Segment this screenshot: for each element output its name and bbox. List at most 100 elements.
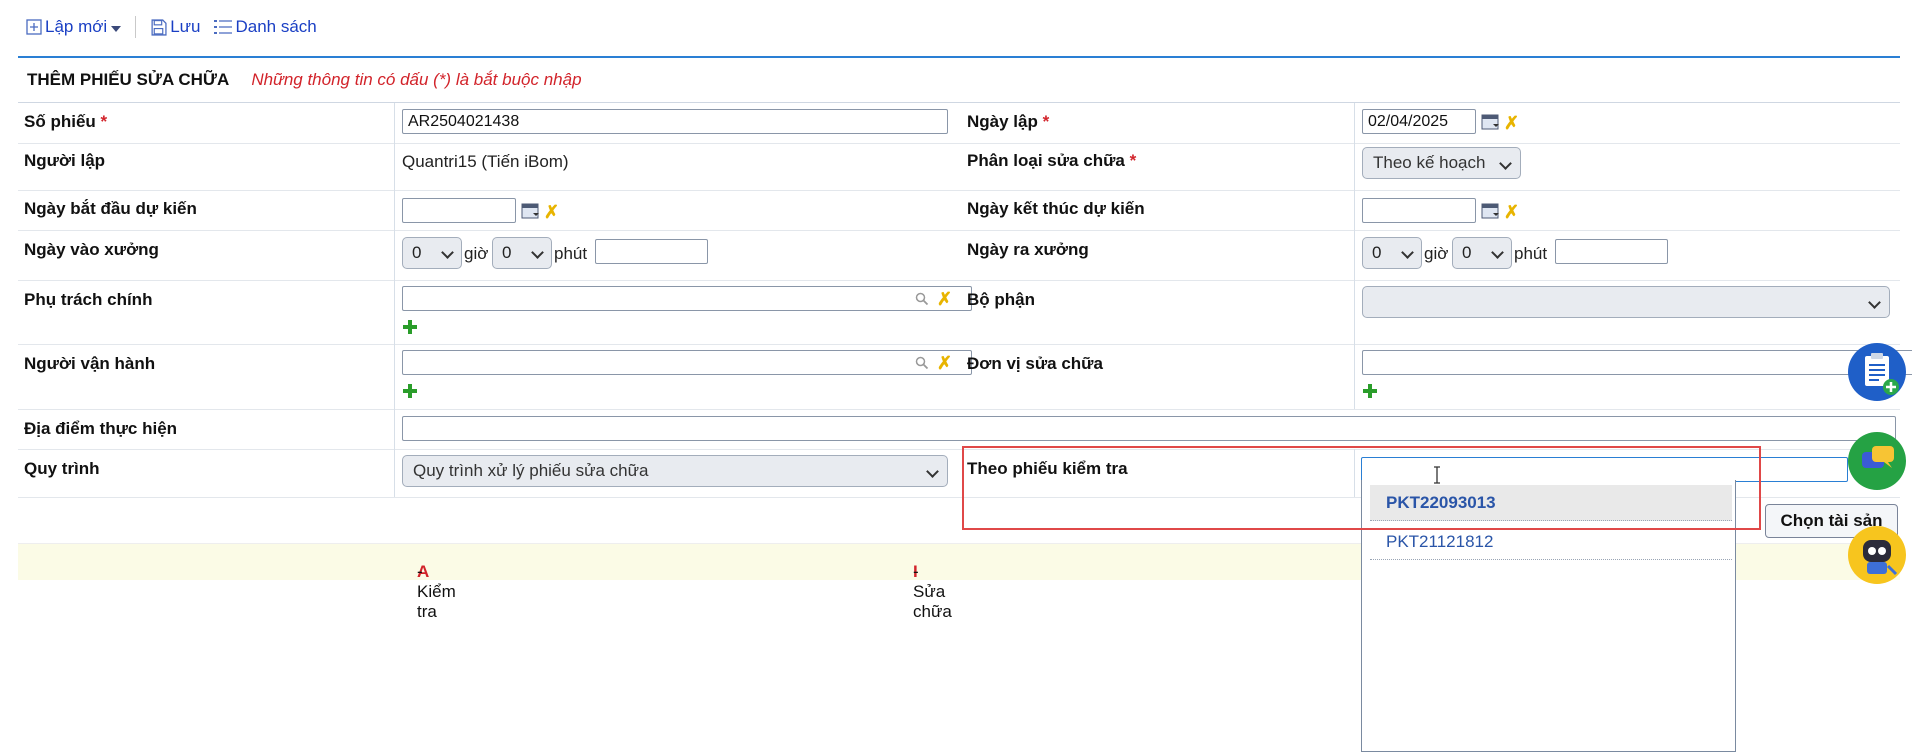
- chevron-down-icon: [1401, 246, 1414, 259]
- chat-icon: [1862, 446, 1894, 468]
- so-phieu-label: Số phiếu *: [24, 112, 108, 131]
- form-row: Người vận hành ✗ Đơn vị sửa chữa: [18, 344, 1912, 410]
- column-divider: [394, 344, 395, 409]
- form-row: Số phiếu * Ngày lập * ✗: [18, 103, 1900, 144]
- column-divider: [394, 190, 395, 230]
- clipboard-add-fab[interactable]: [1848, 343, 1906, 401]
- chevron-down-icon: [926, 465, 939, 478]
- nguoi-lap-label: Người lập: [24, 151, 106, 170]
- phan-loai-value: Theo kế hoạch: [1373, 153, 1486, 172]
- save-button-label: Lưu: [170, 17, 201, 36]
- required-note: Những thông tin có dấu (*) là bắt buộc n…: [251, 70, 582, 89]
- form-row: Ngày bắt đầu dự kiến ✗ Ngày kết thúc dự …: [18, 190, 1900, 231]
- nguoi-van-hanh-label: Người vận hành: [24, 354, 156, 373]
- column-divider: [394, 280, 395, 344]
- ra-hour-select[interactable]: 0: [1362, 237, 1422, 269]
- phu-trach-label: Phụ trách chính: [24, 290, 153, 309]
- quy-trinh-value: Quy trình xử lý phiếu sửa chữa: [413, 461, 649, 480]
- chevron-down-icon: [1499, 157, 1512, 170]
- dropdown-item[interactable]: PKT22093013: [1370, 485, 1732, 521]
- ra-date-field[interactable]: [1555, 239, 1668, 264]
- ngay-ket-thuc-field[interactable]: [1362, 198, 1476, 223]
- ra-hour-value: 0: [1372, 243, 1382, 262]
- column-divider: [1354, 230, 1355, 280]
- robot-fab[interactable]: [1848, 526, 1906, 584]
- bo-phan-label: Bộ phận: [967, 290, 1035, 309]
- calendar-icon[interactable]: [521, 202, 541, 220]
- search-icon[interactable]: [915, 356, 929, 370]
- clear-icon[interactable]: ✗: [937, 354, 952, 372]
- add-icon[interactable]: [1363, 384, 1377, 398]
- calendar-icon[interactable]: [1481, 113, 1501, 131]
- form-row: Phụ trách chính ✗ Bộ phận: [18, 280, 1900, 345]
- add-icon[interactable]: [403, 320, 417, 334]
- toolbar: Lập mới Lưu Danh sách: [26, 14, 331, 40]
- ngay-ket-thuc-label: Ngày kết thúc dự kiến: [967, 199, 1145, 218]
- column-divider: [394, 143, 395, 190]
- form-row: Người lập Quantri15 (Tiến iBom) Phân loạ…: [18, 143, 1900, 191]
- hour-unit: giờ: [1424, 244, 1449, 263]
- search-icon[interactable]: [915, 292, 929, 306]
- vao-hour-select[interactable]: 0: [402, 237, 462, 269]
- chevron-down-icon: [1868, 296, 1881, 309]
- ngay-vao-xuong-label: Ngày vào xưởng: [24, 240, 159, 259]
- chevron-down-icon: [1491, 246, 1504, 259]
- dropdown-item[interactable]: PKT21121812: [1370, 524, 1732, 560]
- vao-minute-value: 0: [502, 243, 512, 262]
- clear-icon[interactable]: ✗: [1504, 203, 1519, 221]
- calendar-icon[interactable]: [1481, 202, 1501, 220]
- dia-diem-label: Địa điểm thực hiện: [24, 419, 178, 438]
- list-button[interactable]: Danh sách: [214, 17, 317, 37]
- vao-minute-select[interactable]: 0: [492, 237, 552, 269]
- chevron-down-icon: [441, 246, 454, 259]
- chevron-down-icon: [531, 246, 544, 259]
- form-header: THÊM PHIẾU SỬA CHỮA Những thông tin có d…: [18, 56, 1900, 103]
- don-vi-field[interactable]: [1362, 350, 1912, 375]
- ngay-lap-field[interactable]: [1362, 109, 1476, 134]
- chat-fab[interactable]: [1848, 432, 1906, 490]
- column-divider: [1354, 280, 1355, 344]
- phan-loai-select[interactable]: Theo kế hoạch: [1362, 147, 1521, 179]
- so-phieu-field[interactable]: [402, 109, 948, 134]
- phan-loai-label: Phân loại sửa chữa *: [967, 151, 1137, 170]
- bo-phan-select[interactable]: [1362, 286, 1890, 318]
- column-divider: [394, 230, 395, 280]
- new-button[interactable]: Lập mới: [26, 17, 122, 37]
- ngay-bat-dau-field[interactable]: [402, 198, 516, 223]
- column-divider: [1354, 143, 1355, 190]
- quy-trinh-label: Quy trình: [24, 459, 100, 478]
- chevron-down-icon: [111, 26, 122, 32]
- form-row: Địa điểm thực hiện: [18, 409, 1900, 450]
- nguoi-lap-value: Quantri15 (Tiến iBom): [402, 152, 569, 171]
- clear-icon[interactable]: ✗: [544, 203, 559, 221]
- vao-date-field[interactable]: [595, 239, 708, 264]
- ra-minute-value: 0: [1462, 243, 1472, 262]
- save-button[interactable]: Lưu: [150, 17, 200, 37]
- column-divider: [394, 449, 395, 497]
- ngay-lap-label: Ngày lập *: [967, 112, 1050, 131]
- ngay-bat-dau-label: Ngày bắt đầu dự kiến: [24, 199, 197, 218]
- list-button-label: Danh sách: [235, 17, 317, 36]
- phu-trach-field[interactable]: [402, 286, 972, 311]
- ra-minute-select[interactable]: 0: [1452, 237, 1512, 269]
- quy-trinh-select[interactable]: Quy trình xử lý phiếu sửa chữa: [402, 455, 948, 487]
- dia-diem-field[interactable]: [402, 416, 1896, 441]
- clear-icon[interactable]: ✗: [1504, 114, 1519, 132]
- suggestion-dropdown: PKT22093013 PKT21121812: [1361, 480, 1736, 752]
- list-icon: [214, 20, 233, 34]
- plus-square-icon: [26, 19, 42, 35]
- add-icon[interactable]: [403, 384, 417, 398]
- column-divider: [1354, 103, 1355, 143]
- robot-icon: [1863, 540, 1898, 576]
- toolbar-divider: [135, 16, 137, 38]
- clipboard-add-icon: [1865, 353, 1899, 395]
- column-divider: [1354, 190, 1355, 230]
- clear-icon[interactable]: ✗: [937, 290, 952, 308]
- new-button-label: Lập mới: [45, 17, 108, 36]
- don-vi-label: Đơn vị sửa chữa: [967, 354, 1103, 373]
- nguoi-van-hanh-field[interactable]: [402, 350, 972, 375]
- column-divider: [394, 103, 395, 143]
- column-divider: [1354, 449, 1355, 497]
- theo-phieu-label: Theo phiếu kiểm tra: [967, 459, 1128, 478]
- page-title: THÊM PHIẾU SỬA CHỮA: [27, 70, 230, 89]
